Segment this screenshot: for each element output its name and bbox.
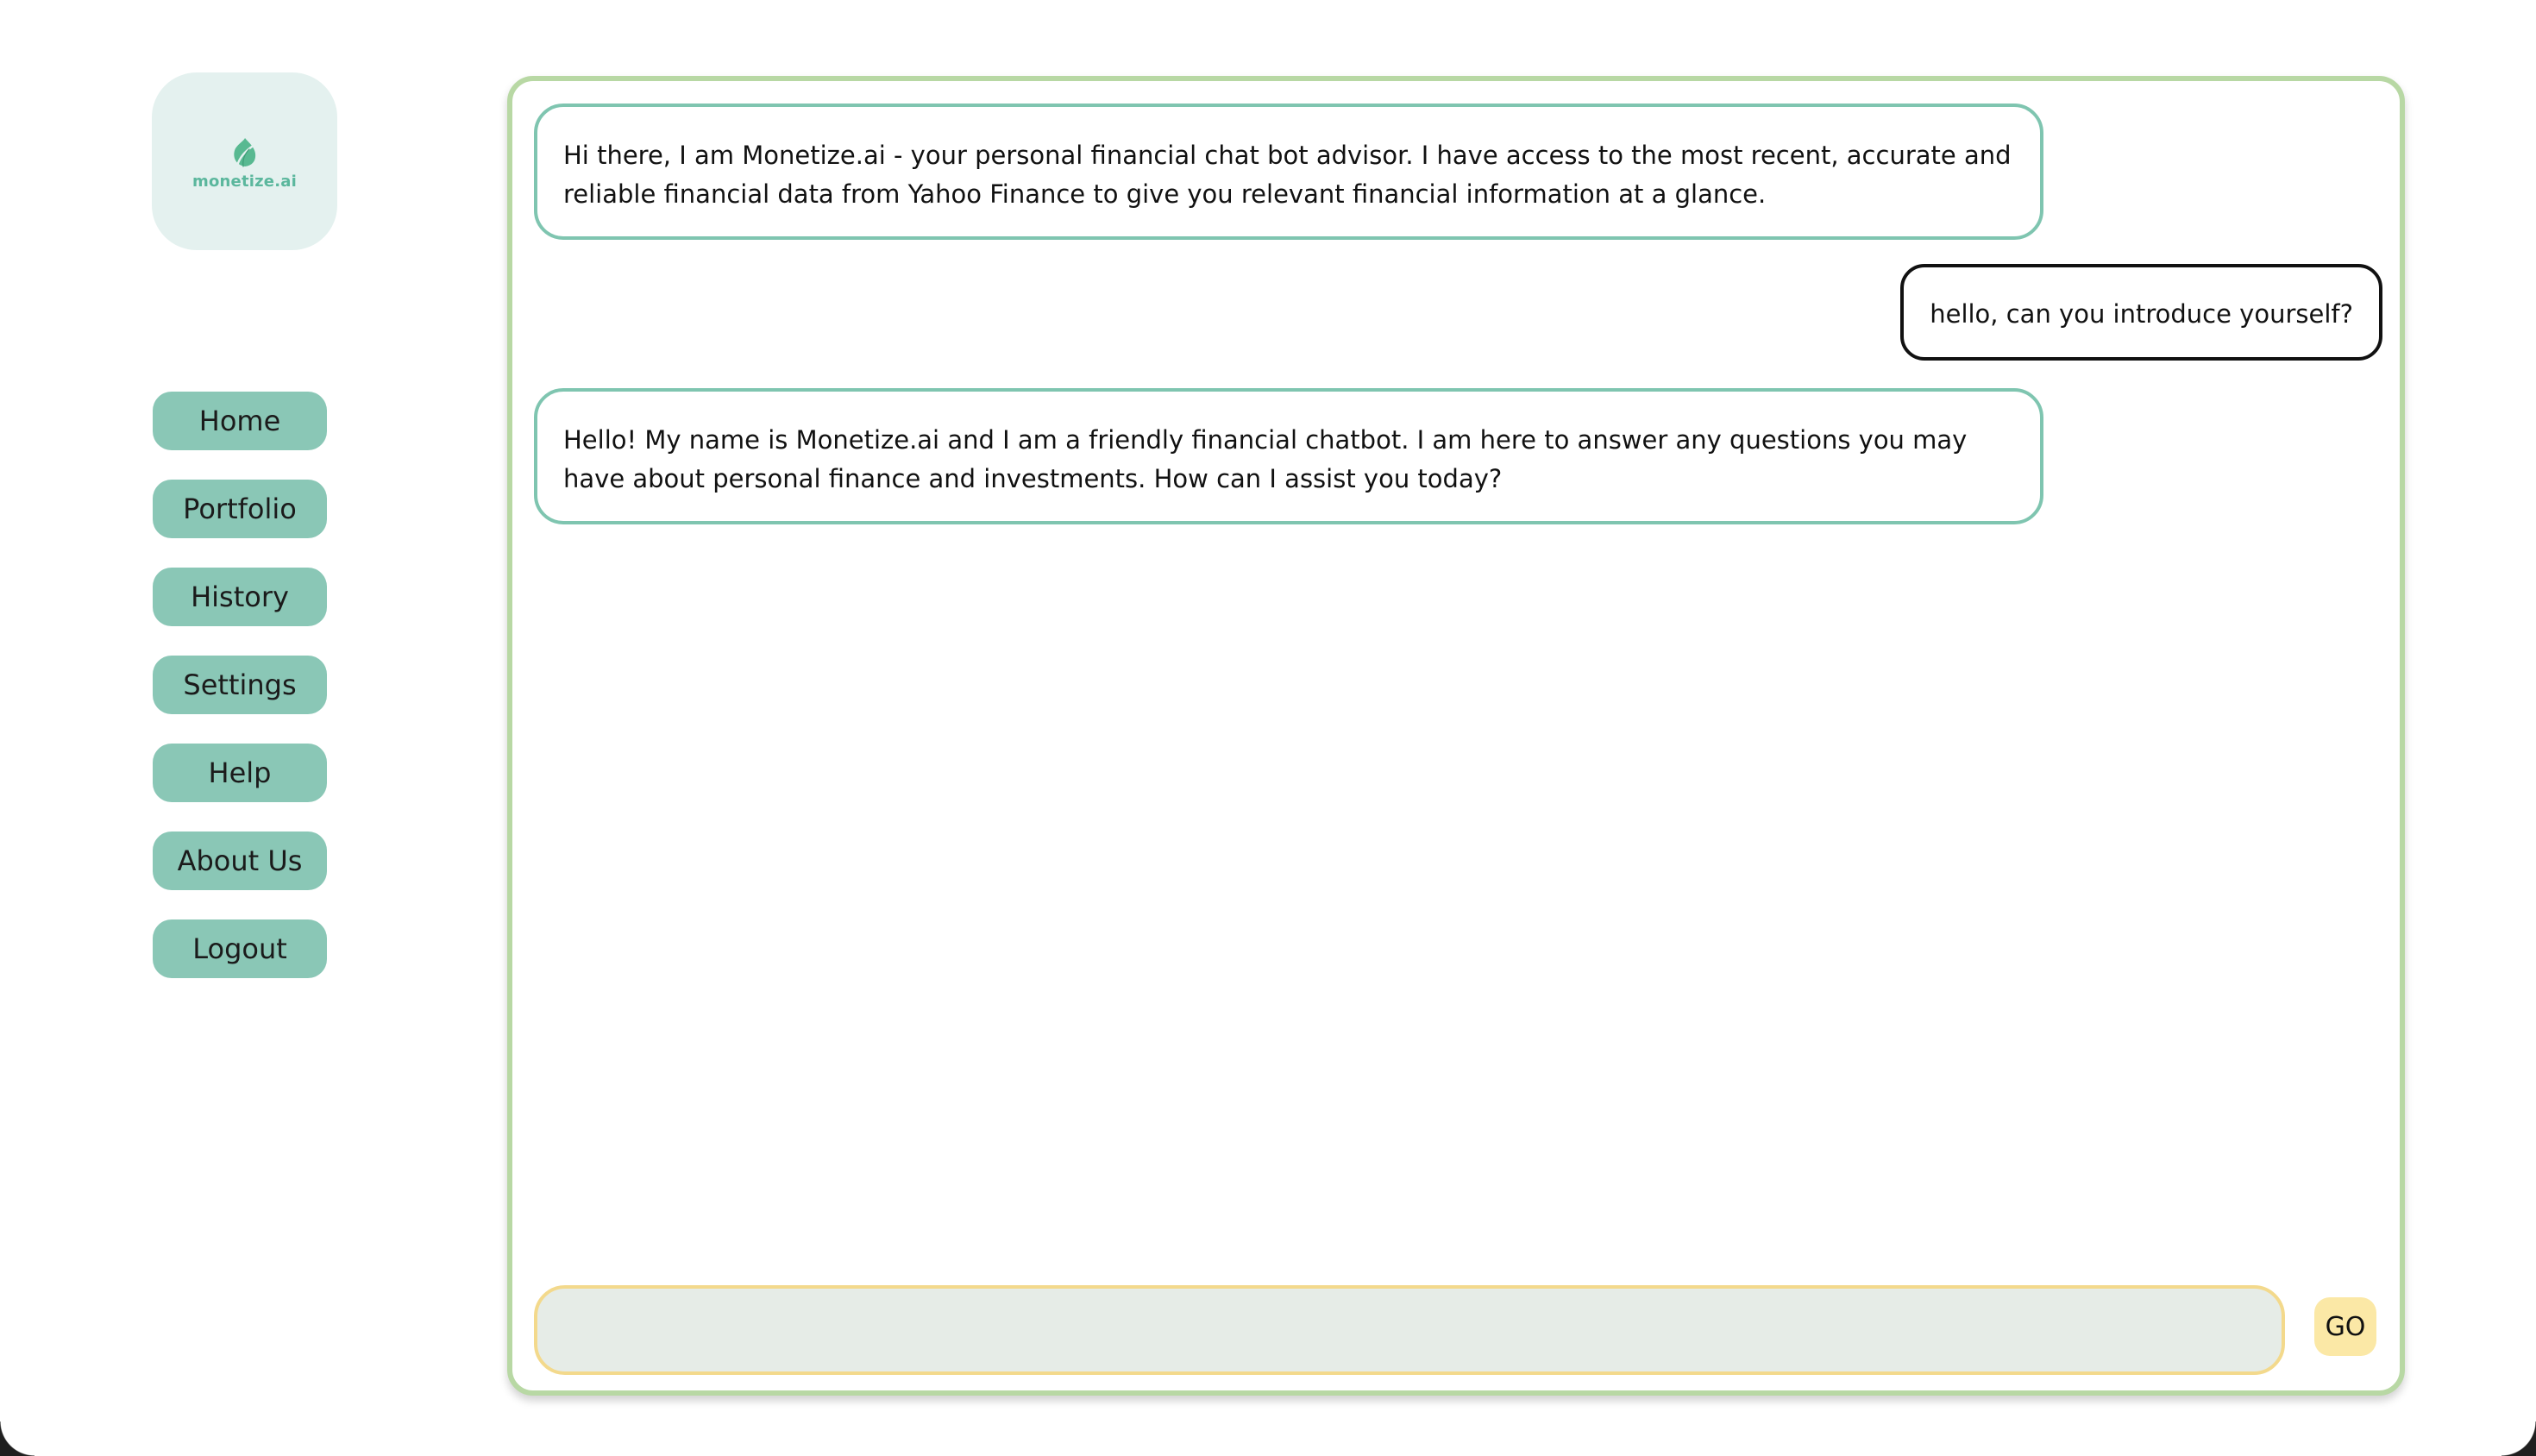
leaf-icon xyxy=(233,137,255,167)
send-button[interactable]: GO xyxy=(2314,1297,2376,1356)
sidebar-item-help[interactable]: Help xyxy=(153,744,327,802)
sidebar-item-logout[interactable]: Logout xyxy=(153,919,327,978)
sidebar-item-history[interactable]: History xyxy=(153,568,327,626)
sidebar-item-settings[interactable]: Settings xyxy=(153,656,327,714)
sidebar-item-about-us[interactable]: About Us xyxy=(153,832,327,890)
logo[interactable]: monetize.ai xyxy=(152,72,337,250)
sidebar-nav: Home Portfolio History Settings Help Abo… xyxy=(153,392,327,1007)
logo-text: monetize.ai xyxy=(192,172,297,191)
sidebar-item-portfolio[interactable]: Portfolio xyxy=(153,480,327,538)
window-corner xyxy=(2501,1421,2536,1456)
bot-message: Hello! My name is Monetize.ai and I am a… xyxy=(534,388,2043,524)
chat-panel: Hi there, I am Monetize.ai - your person… xyxy=(507,76,2405,1396)
bot-message: Hi there, I am Monetize.ai - your person… xyxy=(534,104,2043,240)
sidebar-item-home[interactable]: Home xyxy=(153,392,327,450)
window-corner xyxy=(0,1421,35,1456)
chat-input[interactable] xyxy=(534,1285,2285,1375)
user-message: hello, can you introduce yourself? xyxy=(1900,264,2382,361)
